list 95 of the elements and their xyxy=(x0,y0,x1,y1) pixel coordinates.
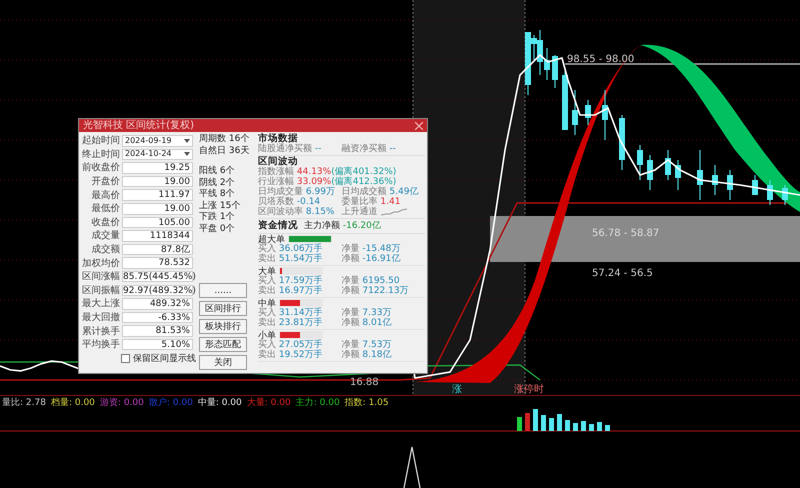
order-stat: 净额 8.01亿 xyxy=(342,318,392,328)
order-stat: 净额 8.18亿 xyxy=(342,350,392,360)
value-field[interactable]: 92.97(489.32%) xyxy=(122,284,193,296)
field-label: 成交额 xyxy=(90,243,120,256)
order-stat: 净量 -15.48万 xyxy=(342,244,402,254)
stat-text: 阳线 6个 xyxy=(199,166,236,178)
stat-text: 下跌 1个 xyxy=(199,212,236,224)
indicator-value: 主力: 0.00 xyxy=(296,396,340,409)
order-stat: 卖出 23.81万手 xyxy=(258,318,324,328)
field-label: 前收盘价 xyxy=(81,161,120,174)
order-size-label: 中单 xyxy=(258,298,276,308)
volatility-stat: 委量比率 1.41 xyxy=(342,197,402,207)
value-field[interactable]: 5.10% xyxy=(122,338,193,350)
dialog-button[interactable]: 区间排行 xyxy=(199,301,247,316)
indicator-value: 量比: 2.78 xyxy=(2,396,46,409)
field-label: 最低价 xyxy=(90,202,120,216)
order-stat: 净额 7122.13万 xyxy=(342,286,410,296)
value-field[interactable]: 85.75(445.45%) xyxy=(122,270,193,282)
main-net-stat: 主力净额 -16.20亿 xyxy=(304,220,381,232)
field-label: 区间振幅 xyxy=(81,284,120,297)
indicator-value: 散户: 0.00 xyxy=(148,396,193,409)
field-label: 最高价 xyxy=(90,188,120,202)
price-label: 涨停时 xyxy=(514,384,544,395)
order-stat: 净量 7.53万 xyxy=(342,340,392,350)
dialog-button[interactable]: 板块排行 xyxy=(199,319,247,334)
value-field[interactable]: 111.97 xyxy=(122,189,193,201)
order-stat: 买入 17.59万手 xyxy=(258,276,324,286)
stat-text: 平盘 0个 xyxy=(199,224,236,235)
value-field[interactable]: 489.32% xyxy=(122,298,193,310)
dialog-button[interactable]: 关闭 xyxy=(199,355,247,370)
value-field[interactable]: 19.00 xyxy=(122,176,193,188)
price-label: 涨 xyxy=(452,384,462,395)
order-stat: 净量 7.33万 xyxy=(342,308,392,318)
dialog-title: 光智科技 区间统计(复权) xyxy=(83,119,194,132)
volatility-stat: 日均成交量 6.99万 xyxy=(258,187,336,197)
indicator-value: 游资: 0.00 xyxy=(100,396,144,409)
checkbox-label: 保留区间显示线 xyxy=(133,352,196,364)
date-dropdown[interactable]: 2024-09-19 xyxy=(122,135,193,147)
volatility-stat: 日均成交额 5.49亿 xyxy=(342,187,420,197)
value-field[interactable]: 78.532 xyxy=(122,257,193,269)
order-size-label: 大单 xyxy=(258,266,276,276)
field-label: 加权均价 xyxy=(81,256,120,270)
order-stat: 卖出 51.54万手 xyxy=(258,254,324,264)
value-field[interactable]: 19.25 xyxy=(122,162,193,174)
price-label: 56.78 - 58.87 xyxy=(592,228,660,239)
field-label: 最大回撤 xyxy=(81,311,120,324)
field-label: 终止时间 xyxy=(81,148,120,161)
market-stat: 陆股通净买额 -- xyxy=(258,144,322,154)
volatility-stat: 贝塔系数 -0.14 xyxy=(258,197,322,207)
order-size-label: 超大单 xyxy=(258,234,285,244)
dialog-button[interactable]: 形态匹配 xyxy=(199,337,247,352)
field-label: 最大上涨 xyxy=(81,297,120,310)
stat-text: 阴线 2个 xyxy=(199,178,236,188)
order-stat: 净额 -16.91亿 xyxy=(342,254,402,264)
section-heading: 资金情况 xyxy=(258,220,298,231)
value-field[interactable]: 105.00 xyxy=(122,216,193,228)
section-heading: 市场数据 xyxy=(258,133,299,144)
stat-text: 周期数 16个 xyxy=(199,134,250,146)
field-label: 开盘价 xyxy=(90,175,120,188)
order-stat: 卖出 16.97万手 xyxy=(258,286,324,296)
field-label: 成交量 xyxy=(90,229,120,242)
order-stat: 买入 27.05万手 xyxy=(258,340,324,350)
field-label: 区间涨幅 xyxy=(81,270,120,284)
order-stat: 净量 6195.50 xyxy=(342,276,401,286)
volatility-stat: 指数涨幅 44.13%(偏离401.32%) xyxy=(258,167,398,177)
value-field[interactable]: 87.8亿 xyxy=(122,244,193,256)
market-stat: 融资净买额 -- xyxy=(342,144,397,154)
field-label: 起始时间 xyxy=(81,134,120,148)
value-field[interactable]: 1118344 xyxy=(122,230,193,242)
order-stat: 买入 31.14万手 xyxy=(258,308,324,318)
price-label: 16.88 xyxy=(350,377,379,388)
indicator-value: 大量: 0.00 xyxy=(246,396,291,409)
price-label: 57.24 - 56.5 xyxy=(592,268,653,279)
value-field[interactable]: 19.00 xyxy=(122,203,193,215)
trend-label: 上升通道 xyxy=(342,207,378,217)
order-stat: 买入 36.06万手 xyxy=(258,244,324,254)
volatility-stat: 区间波动率 8.15% xyxy=(258,207,336,217)
value-field[interactable]: 81.53% xyxy=(122,325,193,337)
indicator-value: 档量: 0.00 xyxy=(50,396,95,409)
field-label: 累计换手 xyxy=(81,324,120,338)
field-label: 平均换手 xyxy=(81,338,120,352)
indicator-value: 指数: 1.05 xyxy=(344,396,389,409)
stat-text: 平线 8个 xyxy=(199,189,236,200)
order-stat: 卖出 19.52万手 xyxy=(258,350,324,360)
order-size-label: 小单 xyxy=(258,330,276,340)
stat-text: 自然日 36天 xyxy=(199,146,250,157)
volatility-stat: 行业涨幅 33.09%(偏离412.36%) xyxy=(258,177,398,187)
section-heading: 区间波动 xyxy=(258,156,299,167)
field-label: 收盘价 xyxy=(90,216,120,229)
date-dropdown[interactable]: 2024-10-24 xyxy=(122,148,193,160)
price-label: 98.55 - 98.00 xyxy=(567,54,634,65)
value-field[interactable]: -6.33% xyxy=(122,312,193,324)
stat-text: 上涨 15个 xyxy=(199,200,242,212)
dialog-button[interactable]: ...... xyxy=(199,283,247,298)
indicator-value: 中量: 0.00 xyxy=(198,396,242,409)
